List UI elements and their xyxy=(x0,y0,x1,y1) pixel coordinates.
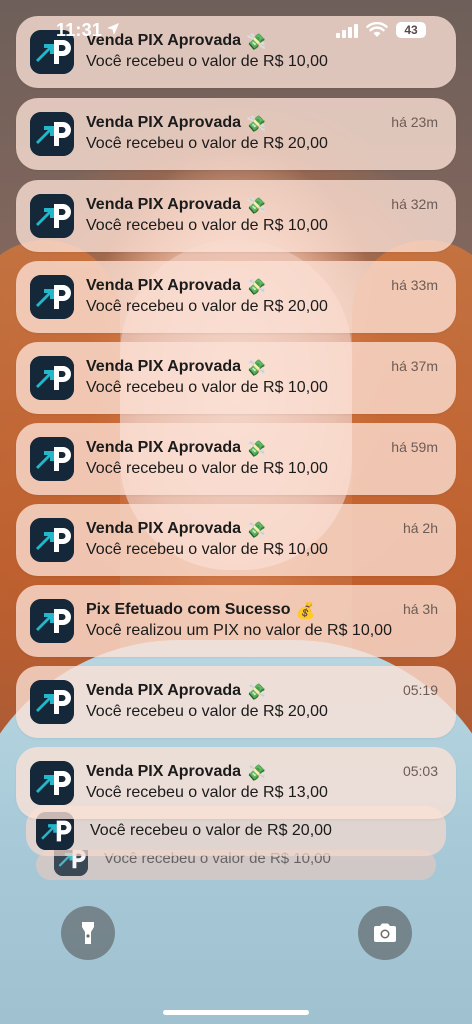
status-bar: 11:31 43 xyxy=(0,0,472,48)
home-indicator[interactable] xyxy=(163,1010,309,1015)
location-arrow-icon xyxy=(107,23,119,35)
notification-card[interactable]: Venda PIX Aprovada 💸 Você recebeu o valor… xyxy=(16,98,456,170)
cp-logo-icon xyxy=(30,761,74,805)
notification-body: Você recebeu o valor de R$ 20,00 xyxy=(86,703,328,720)
notification-body: Você recebeu o valor de R$ 13,00 xyxy=(86,784,328,801)
camera-icon xyxy=(374,923,396,942)
notification-title: Pix Efetuado com Sucesso 💰 xyxy=(86,601,316,620)
cp-logo-icon xyxy=(30,599,74,643)
notification-card[interactable]: Venda PIX Aprovada 💸 Você recebeu o valor… xyxy=(16,504,456,576)
notification-card[interactable]: Venda PIX Aprovada 💸 Você recebeu o valor… xyxy=(16,261,456,333)
notification-title: Venda PIX Aprovada 💸 xyxy=(86,520,266,539)
notification-time: há 2h xyxy=(402,520,438,536)
cp-logo-icon xyxy=(30,275,74,319)
notification-title: Venda PIX Aprovada 💸 xyxy=(86,682,266,701)
notification-time: há 32m xyxy=(391,196,438,212)
notification-time: há 37m xyxy=(391,358,438,374)
notification-title: Venda PIX Aprovada 💸 xyxy=(86,277,266,296)
notification-body: Você recebeu o valor de R$ 20,00 xyxy=(86,298,328,315)
notification-body: Você recebeu o valor de R$ 10,00 xyxy=(86,379,328,396)
notification-title: Venda PIX Aprovada 💸 xyxy=(86,763,266,782)
notification-card[interactable]: Venda PIX Aprovada 💸 Você recebeu o valor… xyxy=(16,747,456,819)
notification-body: Você realizou um PIX no valor de R$ 10,0… xyxy=(86,622,392,639)
notification-card[interactable]: Venda PIX Aprovada 💸 Você recebeu o valor… xyxy=(16,666,456,738)
cellular-signal-icon xyxy=(336,24,358,38)
flashlight-icon xyxy=(82,922,94,944)
notification-body: Você recebeu o valor de R$ 10,00 xyxy=(86,541,328,558)
notification-title: Venda PIX Aprovada 💸 xyxy=(86,439,266,458)
notification-body: Você recebeu o valor de R$ 20,00 xyxy=(90,822,332,839)
cp-logo-icon xyxy=(30,112,74,156)
camera-button[interactable] xyxy=(358,906,412,960)
battery-indicator: 43 xyxy=(396,22,426,38)
notification-body: Você recebeu o valor de R$ 20,00 xyxy=(86,135,328,152)
notification-title: Venda PIX Aprovada 💸 xyxy=(86,196,266,215)
notification-time: 05:19 xyxy=(402,682,438,698)
notification-time: 05:03 xyxy=(402,763,438,779)
notification-time: há 33m xyxy=(391,277,438,293)
notification-body: Você recebeu o valor de R$ 10,00 xyxy=(86,217,328,234)
notification-title: Venda PIX Aprovada 💸 xyxy=(86,114,266,133)
notification-card[interactable]: Pix Efetuado com Sucesso 💰 Você realizou … xyxy=(16,585,456,657)
status-time: 11:31 xyxy=(56,20,103,40)
notification-time: há 3h xyxy=(402,601,438,617)
cp-logo-icon xyxy=(30,518,74,562)
notification-title: Venda PIX Aprovada 💸 xyxy=(86,358,266,377)
notification-body: Você recebeu o valor de R$ 10,00 xyxy=(86,53,328,70)
cp-logo-icon xyxy=(30,356,74,400)
flashlight-button[interactable] xyxy=(61,906,115,960)
cp-logo-icon xyxy=(30,680,74,724)
notification-card[interactable]: Venda PIX Aprovada 💸 Você recebeu o valor… xyxy=(16,180,456,252)
cp-logo-icon xyxy=(30,194,74,238)
wifi-icon xyxy=(366,22,388,37)
notification-time: há 59m xyxy=(391,439,438,455)
notification-body: Você recebeu o valor de R$ 10,00 xyxy=(86,460,328,477)
cp-logo-icon xyxy=(30,437,74,481)
notification-time: há 23m xyxy=(391,114,438,130)
notification-card[interactable]: Venda PIX Aprovada 💸 Você recebeu o valor… xyxy=(16,423,456,495)
notification-card[interactable]: Venda PIX Aprovada 💸 Você recebeu o valor… xyxy=(16,342,456,414)
